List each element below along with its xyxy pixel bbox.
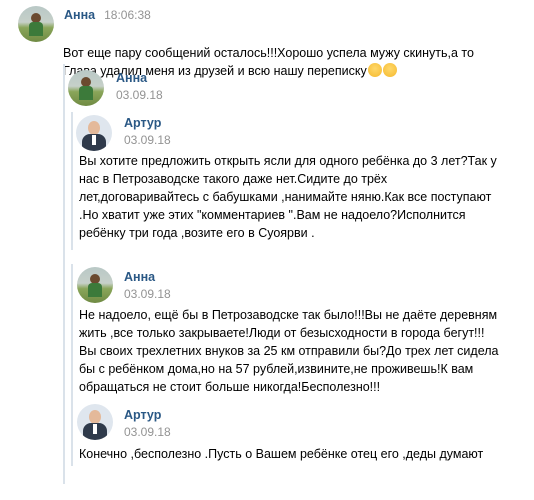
author-name[interactable]: Анна <box>64 8 95 22</box>
message-text: Не надоело, ещё бы в Петрозаводске так б… <box>79 308 499 394</box>
author-name[interactable]: Артур <box>124 116 161 130</box>
avatar-anna[interactable] <box>18 6 54 42</box>
avatar-anna[interactable] <box>77 267 113 303</box>
author-name[interactable]: Анна <box>124 270 155 284</box>
author-name[interactable]: Артур <box>124 408 161 422</box>
author-name[interactable]: Анна <box>116 71 147 85</box>
message-date[interactable]: 03.09.18 <box>124 287 171 301</box>
avatar-anna[interactable] <box>68 70 104 106</box>
message-text: Конечно ,бесполезно .Пусть о Вашем ребён… <box>79 447 484 461</box>
flushed-face-icon <box>382 63 397 77</box>
message-date[interactable]: 03.09.18 <box>124 425 171 439</box>
avatar-artur[interactable] <box>77 404 113 440</box>
forward-bar <box>71 264 73 404</box>
message-date[interactable]: 03.09.18 <box>124 133 171 147</box>
forward-bar <box>63 64 65 484</box>
forward-bar <box>71 112 73 250</box>
smiling-face-icon <box>367 63 382 77</box>
message-time[interactable]: 18:06:38 <box>104 8 151 22</box>
avatar-artur[interactable] <box>76 115 112 151</box>
forward-bar <box>71 404 73 466</box>
message-text: Вы хотите предложить открыть ясли для од… <box>79 154 497 240</box>
message-date[interactable]: 03.09.18 <box>116 88 163 102</box>
